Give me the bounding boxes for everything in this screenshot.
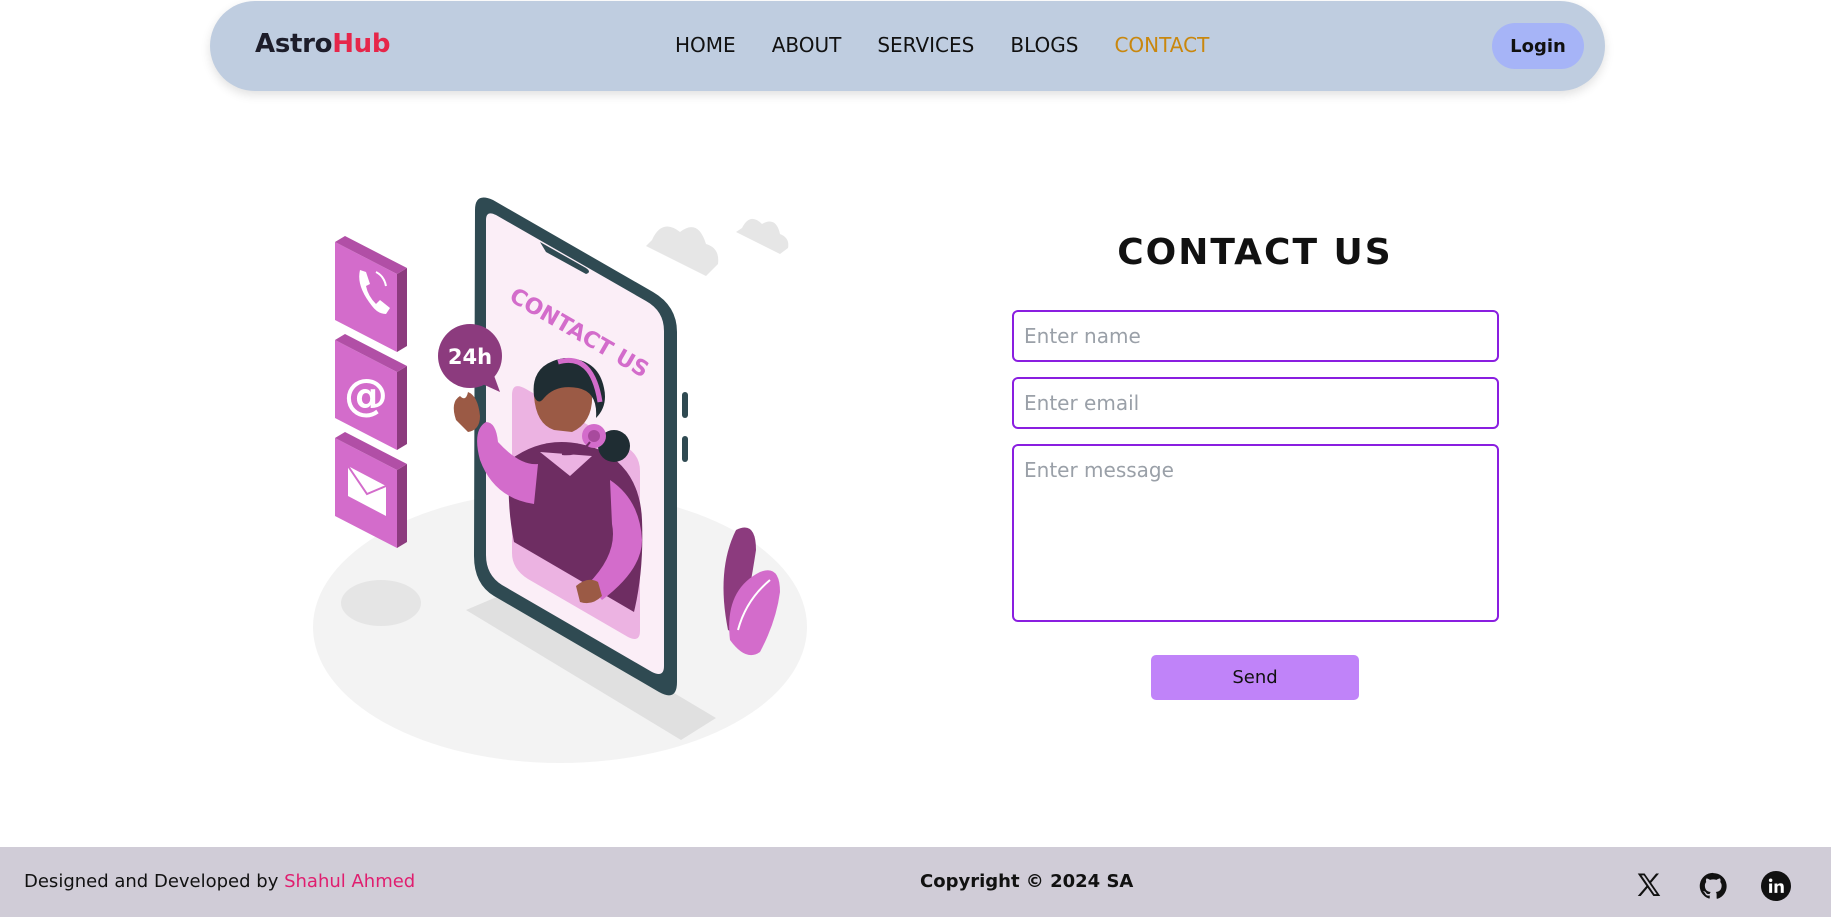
- footer: Designed and Developed by Shahul Ahmed C…: [0, 847, 1831, 917]
- nav-home[interactable]: HOME: [675, 33, 736, 57]
- contact-title: CONTACT US: [1117, 232, 1393, 273]
- credit-prefix: Designed and Developed by: [24, 871, 285, 892]
- name-input[interactable]: [1012, 310, 1499, 362]
- x-icon[interactable]: [1634, 871, 1664, 901]
- main-menu: HOME ABOUT SERVICES BLOGS CONTACT: [675, 33, 1245, 57]
- contact-illustration-svg: CONTACT US 24h @: [313, 197, 807, 763]
- brand-logo[interactable]: AstroHub: [255, 29, 391, 59]
- cloud-icon: [736, 218, 789, 254]
- phone-button: [682, 436, 688, 462]
- author-link[interactable]: Shahul Ahmed: [284, 871, 415, 892]
- nav-contact[interactable]: CONTACT: [1114, 33, 1209, 57]
- footer-credit: Designed and Developed by Shahul Ahmed: [24, 871, 415, 892]
- phone-button: [682, 392, 688, 418]
- navbar: AstroHub HOME ABOUT SERVICES BLOGS CONTA…: [210, 1, 1605, 91]
- cloud-icon: [646, 226, 719, 276]
- svg-text:@: @: [344, 370, 388, 421]
- copyright-text: Copyright © 2024 SA: [920, 871, 1134, 892]
- send-button[interactable]: Send: [1151, 655, 1359, 700]
- small-shadow: [341, 580, 421, 626]
- nav-blogs[interactable]: BLOGS: [1010, 33, 1078, 57]
- github-icon[interactable]: [1698, 871, 1728, 901]
- email-input[interactable]: [1012, 377, 1499, 429]
- message-textarea[interactable]: [1012, 444, 1499, 622]
- headset-earpiece: [588, 430, 600, 442]
- nav-about[interactable]: ABOUT: [772, 33, 842, 57]
- login-button[interactable]: Login: [1492, 23, 1584, 69]
- linkedin-icon[interactable]: [1761, 871, 1791, 901]
- contact-illustration: CONTACT US 24h @: [300, 190, 820, 790]
- brand-logo-part1: Astro: [255, 29, 333, 59]
- brand-logo-part2: Hub: [332, 29, 391, 59]
- badge-text: 24h: [448, 345, 492, 369]
- nav-services[interactable]: SERVICES: [877, 33, 974, 57]
